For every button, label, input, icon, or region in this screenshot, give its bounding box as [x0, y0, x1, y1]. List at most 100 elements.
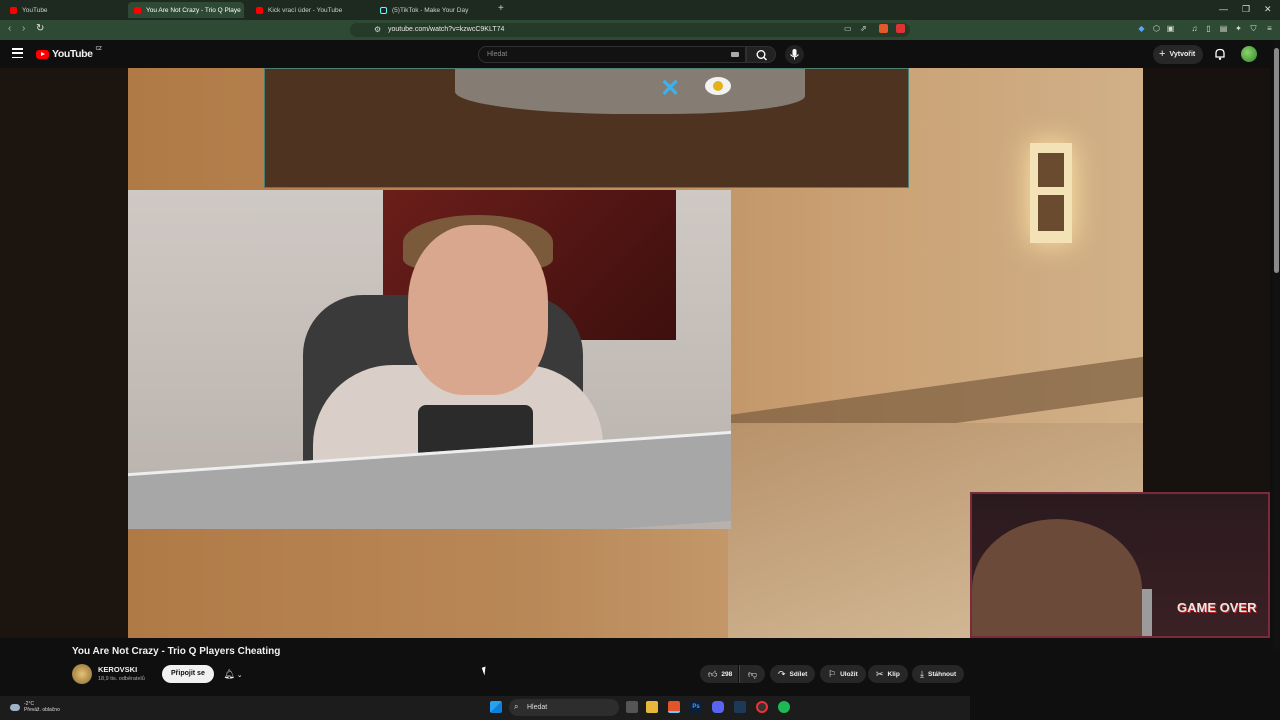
- game-over-sign: GAME OVER: [1177, 600, 1257, 615]
- save-label: Uložit: [840, 670, 858, 678]
- video-title: You Are Not Crazy - Trio Q Players Cheat…: [72, 646, 281, 657]
- back-icon[interactable]: ‹: [8, 23, 11, 34]
- cast-icon[interactable]: ▭: [844, 24, 852, 33]
- scrollbar-thumb[interactable]: [1274, 48, 1279, 273]
- mouse-cursor-icon: [481, 666, 489, 676]
- wallet-icon[interactable]: ▣: [1166, 24, 1175, 33]
- task-view-icon[interactable]: [626, 701, 638, 713]
- browser-tabstrip: YouTube You Are Not Crazy - Trio Q Playe…: [0, 0, 1280, 20]
- browser-tab-kick[interactable]: Kick vrací úder - YouTube: [250, 2, 370, 18]
- video-player[interactable]: ✕ GAME OVER: [0, 68, 1270, 638]
- like-button[interactable]: 👍︎ 298: [700, 665, 739, 683]
- extension-puzzle-icon[interactable]: ⬡: [1152, 24, 1161, 33]
- share-button[interactable]: ↷ Sdílet: [770, 665, 816, 683]
- thumbs-up-icon: 👍︎: [708, 668, 718, 679]
- extensions-icon[interactable]: ✦: [1234, 24, 1243, 33]
- cloud-icon: [10, 703, 20, 711]
- x-marker-icon: ✕: [660, 75, 681, 102]
- search-icon: ⌕: [514, 702, 519, 711]
- vpn-icon[interactable]: ◆: [1137, 24, 1146, 33]
- weather-widget[interactable]: -2°C Převáž. oblačno: [10, 701, 60, 713]
- tiktok-favicon-icon: [380, 6, 387, 14]
- close-window-icon[interactable]: ✕: [1264, 4, 1272, 15]
- share-label: Sdílet: [789, 670, 808, 678]
- save-button[interactable]: ⚐ Uložit: [820, 665, 866, 683]
- channel-avatar[interactable]: [72, 664, 92, 684]
- download-label: Stáhnout: [927, 670, 957, 678]
- facecam-overlay-image: GAME OVER: [970, 492, 1270, 638]
- search-input[interactable]: Hledat: [478, 46, 746, 63]
- create-button[interactable]: + Vytvořit: [1153, 45, 1204, 64]
- video-letterbox-left: [0, 68, 128, 638]
- brave-browser-icon[interactable]: [668, 701, 680, 713]
- minimize-icon[interactable]: —: [1219, 4, 1228, 14]
- download-button[interactable]: ⤓ Stáhnout: [912, 665, 965, 683]
- notifications-bell-icon[interactable]: [1213, 47, 1227, 61]
- guide-menu-icon[interactable]: [12, 48, 23, 58]
- browser-tab-tiktok[interactable]: (5)TikTok - Make Your Day: [374, 2, 494, 18]
- browser-tab-video[interactable]: You Are Not Crazy - Trio Q Playe ✕: [128, 2, 244, 18]
- youtube-favicon-icon: [10, 6, 17, 14]
- url-text: youtube.com/watch?v=kzwcC9KLT74: [388, 26, 505, 33]
- chevron-down-icon: ⌄: [234, 672, 243, 679]
- tab-title: You Are Not Crazy - Trio Q Playe: [146, 6, 241, 14]
- join-button[interactable]: Připojit se: [162, 665, 214, 683]
- tabs-icon[interactable]: ▤: [1219, 24, 1228, 33]
- discord-icon[interactable]: [712, 701, 724, 713]
- shield-icon[interactable]: ⛉: [1249, 24, 1258, 33]
- taskbar-search[interactable]: Hledat: [509, 699, 619, 716]
- photoshop-icon[interactable]: Ps: [690, 701, 702, 713]
- file-explorer-icon[interactable]: [646, 701, 658, 713]
- youtube-favicon-icon: [256, 6, 263, 14]
- clip-label: Klip: [887, 670, 900, 678]
- browser-toolbar: ‹ › ↻ ⚑ youtube.com/watch?v=kzwcC9KLT74 …: [0, 20, 1280, 40]
- steam-icon[interactable]: [734, 701, 746, 713]
- browser-tab-youtube[interactable]: YouTube: [4, 2, 124, 18]
- menu-icon[interactable]: ≡: [1265, 24, 1274, 33]
- clip-button[interactable]: ✂ Klip: [868, 665, 908, 683]
- youtube-play-icon: [36, 49, 49, 59]
- weather-desc: Převáž. oblačno: [24, 707, 60, 713]
- subscriber-count: 18,9 tis. odběratelů: [98, 676, 145, 682]
- windows-start-icon[interactable]: [490, 701, 502, 713]
- subscription-notifications-button[interactable]: 🔔︎ ⌄: [216, 665, 250, 683]
- brave-shields-icon[interactable]: [879, 24, 888, 33]
- tab-title: Kick vrací úder - YouTube: [268, 6, 343, 14]
- minimap-terrain: [455, 69, 805, 114]
- rewards-icon[interactable]: [896, 24, 905, 33]
- search-button[interactable]: [746, 46, 776, 63]
- sidebar-icon[interactable]: ▯: [1204, 24, 1213, 33]
- restore-icon[interactable]: ❐: [1242, 4, 1250, 15]
- reload-icon[interactable]: ↻: [36, 23, 44, 34]
- bell-icon: 🔔︎: [223, 669, 235, 679]
- account-avatar[interactable]: [1241, 46, 1257, 62]
- forward-icon[interactable]: ›: [22, 23, 25, 34]
- voice-search-button[interactable]: [785, 45, 804, 64]
- face-image: [408, 225, 548, 395]
- share-icon[interactable]: ⇗: [860, 24, 867, 33]
- youtube-logo[interactable]: YouTube CZ: [36, 46, 102, 60]
- site-info-icon[interactable]: ⚙: [374, 25, 381, 34]
- search-placeholder: Hledat: [487, 51, 508, 58]
- app-icon[interactable]: [756, 701, 768, 713]
- download-icon: ⤓: [920, 668, 924, 679]
- thumbs-down-icon: 👎︎: [748, 668, 758, 679]
- spotify-icon[interactable]: [778, 701, 790, 713]
- facecam-person: [972, 519, 1142, 636]
- page-scrollbar[interactable]: [1273, 40, 1280, 652]
- microphone-icon: [790, 49, 799, 60]
- streamer-webcam-image: [128, 190, 731, 529]
- share-arrow-icon: ↷: [778, 668, 786, 679]
- new-tab-button[interactable]: +: [498, 3, 504, 14]
- address-bar[interactable]: youtube.com/watch?v=kzwcC9KLT74: [350, 23, 910, 37]
- wall-lamp-image: [1030, 143, 1072, 243]
- keyboard-icon[interactable]: [731, 52, 739, 57]
- windows-taskbar: -2°C Převáž. oblačno Hledat ⌕ Ps: [0, 696, 970, 720]
- dislike-button[interactable]: 👎︎: [739, 665, 766, 683]
- media-icon[interactable]: ♫: [1190, 24, 1199, 33]
- scissors-icon: ✂: [876, 668, 884, 679]
- youtube-favicon-icon: [134, 6, 141, 14]
- channel-name[interactable]: KEROVSKI: [98, 665, 137, 674]
- country-code: CZ: [95, 46, 102, 52]
- tab-title: YouTube: [22, 6, 48, 14]
